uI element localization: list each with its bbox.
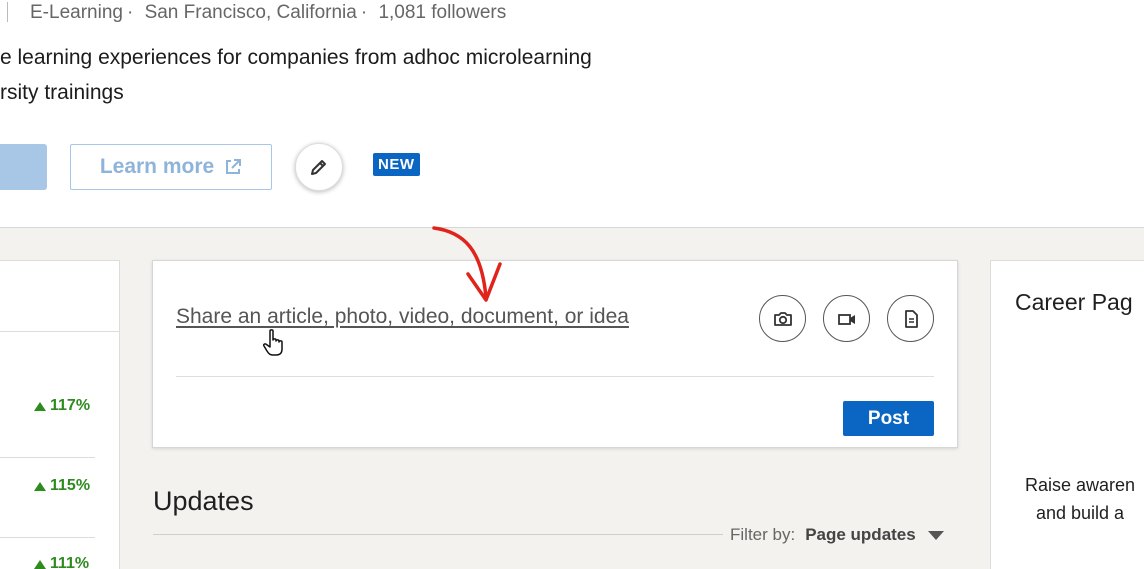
stat-increase: 111% [34, 555, 89, 569]
trend-up-icon [34, 559, 46, 569]
share-prompt-input[interactable]: Share an article, photo, video, document… [176, 305, 629, 329]
trend-up-icon [34, 481, 46, 491]
followers-count: 1,081 followers [378, 2, 507, 23]
tagline-line-2: rsity trainings [0, 81, 124, 104]
add-video-button[interactable] [823, 295, 870, 342]
analytics-card: 117% 115% 111% [0, 260, 120, 569]
stat-increase: 115% [34, 477, 90, 495]
pencil-icon [311, 160, 326, 175]
company-top-card: E-Learning · San Francisco, California · 1… [0, 0, 1144, 228]
edit-page-button[interactable] [295, 143, 343, 191]
learn-more-label: Learn more [99, 155, 215, 178]
external-link-icon [226, 159, 242, 174]
new-badge: NEW [373, 153, 420, 176]
company-meta: E-Learning · San Francisco, California · 1… [0, 2, 506, 24]
divider [0, 537, 95, 538]
camera-icon [773, 311, 792, 326]
document-icon [904, 309, 918, 328]
annotation-arrow-icon [432, 226, 502, 302]
follow-button[interactable] [0, 144, 47, 190]
stat-value: 117% [50, 397, 91, 414]
card-body-line-2: and build a [1035, 503, 1125, 523]
filter-dropdown[interactable]: Page updates [805, 525, 916, 545]
learn-more-button[interactable]: Learn more [70, 144, 272, 190]
industry-text: E-Learning [30, 2, 123, 23]
add-document-button[interactable] [887, 295, 934, 342]
filter-label: Filter by: [730, 525, 796, 544]
company-tagline: e learning experiences for companies fro… [0, 40, 592, 110]
stat-increase: 117% [34, 397, 90, 415]
card-title: Career Pag [1015, 289, 1133, 315]
stat-value: 111% [50, 555, 90, 569]
chevron-down-icon[interactable] [927, 530, 944, 540]
tagline-line-1: e learning experiences for companies fro… [0, 46, 592, 69]
hand-cursor-icon [263, 329, 283, 356]
video-icon [837, 313, 855, 325]
card-body: Raise awaren and build a [1025, 471, 1135, 527]
updates-filter: Filter by: Page updates [730, 525, 944, 545]
meta-separator: · [360, 2, 368, 23]
location-text: San Francisco, California [144, 2, 357, 23]
card-body-line-1: Raise awaren [1025, 475, 1136, 495]
meta-separator: · [126, 2, 134, 23]
updates-heading: Updates [153, 486, 254, 516]
stat-value: 115% [50, 477, 91, 494]
divider [153, 534, 723, 535]
divider [176, 376, 934, 377]
divider [0, 331, 119, 332]
post-button[interactable]: Post [843, 401, 934, 436]
trend-up-icon [34, 401, 46, 411]
add-photo-button[interactable] [759, 295, 806, 342]
divider [0, 457, 95, 458]
career-page-card: Career Pag Raise awaren and build a [990, 260, 1144, 569]
